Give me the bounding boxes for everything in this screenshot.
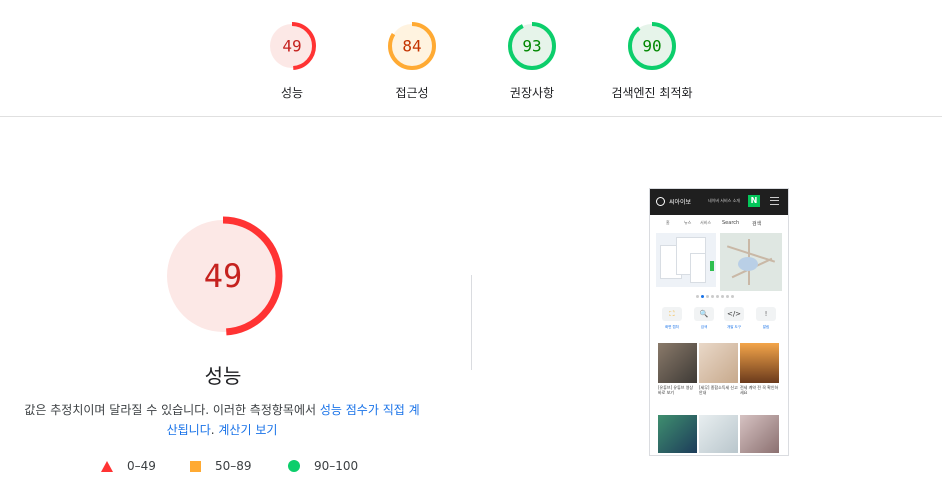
gauge-seo-ring: 90 <box>628 22 676 70</box>
gauge-score: 93 <box>522 37 541 56</box>
gauge-score: 49 <box>282 37 301 56</box>
legend-range: 90–100 <box>314 459 359 473</box>
gauge-best-practices-ring: 93 <box>508 22 556 70</box>
score-description: 값은 추정치이며 달라질 수 있습니다. 이러한 측정항목에서 성능 점수가 직… <box>22 400 422 440</box>
preview-shortcut-label: 알림 <box>762 325 770 329</box>
description-text: 값은 추정치이며 달라질 수 있습니다. 이러한 측정항목에서 <box>24 403 320 417</box>
preview-search: Search <box>722 220 740 226</box>
preview-header-link: 네이버 서비스 소개 <box>708 198 740 203</box>
calculator-link[interactable]: 계산기 보기 <box>218 423 277 437</box>
preview-nav-item: 홈 <box>666 220 670 225</box>
preview-shortcut-label: 검색 <box>700 325 708 329</box>
preview-hero-map <box>720 233 782 291</box>
legend-item-average: 50–89 <box>190 459 252 473</box>
preview-icon-row: ⛶ 화면 캡처 🔍 검색 </> 개발 도구 ! 알림 <box>656 307 782 337</box>
preview-thumb <box>699 415 738 453</box>
hamburger-menu-icon <box>770 197 779 205</box>
preview-thumb <box>658 415 697 453</box>
gauge-label: 권장사항 <box>509 86 555 100</box>
preview-hero-devices <box>656 233 716 287</box>
code-icon: </> <box>724 307 744 321</box>
legend-range: 0–49 <box>127 459 156 473</box>
preview-nav-item: 서비스 <box>700 220 712 225</box>
gauge-label: 성능 <box>280 86 304 100</box>
category-scores-bar: 49 성능 84 접근성 93 권장사항 90 검색엔진 최적화 <box>0 0 942 117</box>
preview-thumb <box>699 343 738 383</box>
legend-item-fail: 0–49 <box>101 459 156 473</box>
preview-caption: [세무] 종합소득세 신고 안내 <box>699 385 738 395</box>
search-icon: 🔍 <box>694 307 714 321</box>
alert-icon: ! <box>756 307 776 321</box>
preview-header: 씨아이보 네이버 서비스 소개 N <box>650 189 788 215</box>
performance-score: 49 <box>204 257 243 295</box>
gauge-best-practices[interactable]: 93 권장사항 <box>472 20 592 101</box>
preview-shortcut-label: 화면 캡처 <box>665 325 679 329</box>
gauge-performance-ring: 49 <box>268 22 316 70</box>
square-icon <box>190 460 201 472</box>
preview-nav: 홈 뉴스 서비스 Search 검색 <box>650 215 788 231</box>
gauge-seo[interactable]: 90 검색엔진 최적화 <box>592 20 712 101</box>
preview-search-label: 검색 <box>752 221 762 227</box>
preview-shortcut: 🔍 검색 <box>690 307 718 330</box>
preview-nav-item: 뉴스 <box>684 220 692 225</box>
gauge-label: 접근성 <box>395 86 429 100</box>
gauge-accessibility[interactable]: 84 접근성 <box>352 20 472 101</box>
circle-icon <box>288 460 300 472</box>
performance-title: 성능 <box>204 364 242 388</box>
vertical-divider <box>471 275 472 370</box>
gauge-accessibility-ring: 84 <box>388 22 436 70</box>
preview-thumb <box>740 415 779 453</box>
preview-shortcut: ! 알림 <box>752 307 780 330</box>
gauge-score: 90 <box>642 37 661 56</box>
preview-caption: [유튜브] 유튜브 영상 바로 보기 <box>658 385 694 395</box>
gauge-performance[interactable]: 49 성능 <box>232 20 352 101</box>
legend-range: 50–89 <box>215 459 252 473</box>
logo-icon <box>656 197 665 206</box>
performance-gauge-large: 49 <box>163 216 283 336</box>
preview-thumb <box>658 343 697 383</box>
preview-caption: 전세 계약 전 꼭 확인하세요 <box>740 385 779 395</box>
final-screenshot-thumbnail[interactable]: 씨아이보 네이버 서비스 소개 N 홈 뉴스 서비스 Search 검색 ⛶ 화… <box>649 188 789 456</box>
preview-shortcut-label: 개발 도구 <box>727 325 741 329</box>
triangle-icon <box>101 460 113 472</box>
preview-shortcut: ⛶ 화면 캡처 <box>658 307 686 330</box>
naver-icon: N <box>748 195 760 207</box>
preview-brand: 씨아이보 <box>669 199 692 206</box>
gauge-score: 84 <box>402 37 421 56</box>
gauge-label: 검색엔진 최적화 <box>611 86 693 100</box>
legend-item-pass: 90–100 <box>288 459 358 473</box>
fullscreen-icon: ⛶ <box>662 307 682 321</box>
preview-shortcut: </> 개발 도구 <box>720 307 748 330</box>
preview-thumb <box>740 343 779 383</box>
